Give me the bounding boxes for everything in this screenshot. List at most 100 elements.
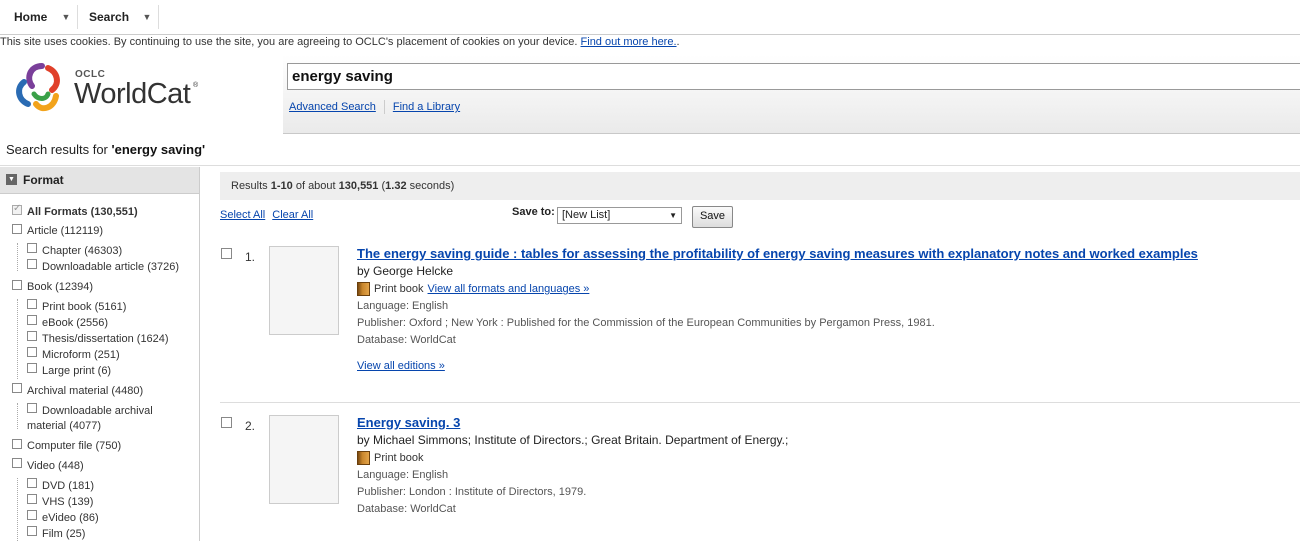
facet-checkbox-book[interactable] [12, 280, 22, 290]
record-database: Database: WorldCat [357, 503, 456, 515]
facet-checkbox-downloadable-archival[interactable] [27, 403, 37, 413]
facet-checkbox-all-formats[interactable] [12, 203, 22, 215]
facet-item-all-formats[interactable]: All Formats (130,551) [27, 205, 138, 219]
results-heading-prefix: Search results for [6, 142, 112, 157]
cookie-more-link[interactable]: Find out more here. [581, 36, 677, 48]
book-icon [357, 451, 370, 465]
facet-checkbox-downloadable-article[interactable] [27, 259, 37, 269]
facet-item-video[interactable]: Video (448) [27, 459, 84, 473]
worldcat-logo[interactable]: OCLC WorldCat ® [12, 60, 212, 120]
facet-checkbox-computer-file[interactable] [12, 439, 22, 449]
worldcat-logo-icon [16, 63, 60, 112]
facet-item-downloadable-article[interactable]: Downloadable article (3726) [42, 260, 179, 274]
facet-checkbox-thesis[interactable] [27, 331, 37, 341]
view-all-formats-link[interactable]: View all formats and languages » [428, 283, 590, 295]
facet-item-archival[interactable]: Archival material (4480) [27, 384, 143, 398]
record-publisher: Publisher: Oxford ; New York : Published… [357, 317, 935, 329]
facet-item-film[interactable]: Film (25) [42, 527, 85, 541]
record-checkbox[interactable] [221, 248, 232, 259]
clear-all-link[interactable]: Clear All [272, 209, 313, 221]
view-all-editions-link[interactable]: View all editions » [357, 360, 445, 372]
facet-checkbox-video[interactable] [12, 458, 22, 468]
facet-item-dvd[interactable]: DVD (181) [42, 479, 94, 493]
facet-checkbox-print-book[interactable] [27, 299, 37, 309]
format-facet-header[interactable]: ▼ Format [0, 167, 199, 194]
nav-search[interactable]: Search [89, 0, 129, 34]
record-thumbnail[interactable] [269, 246, 339, 335]
results-summary: Results 1-10 of about 130,551 (1.32 seco… [231, 180, 455, 192]
facet-checkbox-article[interactable] [12, 224, 22, 234]
record-title-link[interactable]: Energy saving. 3 [357, 415, 460, 430]
search-dropdown-icon[interactable]: ▼ [141, 11, 153, 23]
facet-checkbox-large-print[interactable] [27, 363, 37, 373]
record-divider [220, 402, 1300, 403]
search-sublinks: Advanced Search Find a Library [289, 100, 460, 114]
results-heading-query: 'energy saving' [111, 142, 206, 157]
registered-mark: ® [193, 82, 199, 89]
record-number: 1. [245, 250, 256, 264]
record-publisher: Publisher: London : Institute of Directo… [357, 486, 587, 498]
selection-actions: Select All Clear All [220, 209, 320, 221]
book-icon [357, 282, 370, 296]
facet-item-chapter[interactable]: Chapter (46303) [42, 244, 122, 258]
facet-item-ebook[interactable]: eBook (2556) [42, 316, 108, 330]
facet-item-vhs[interactable]: VHS (139) [42, 495, 93, 509]
facet-item-microform[interactable]: Microform (251) [42, 348, 120, 362]
format-facet-panel: ▼ Format All Formats (130,551) Article (… [0, 167, 200, 541]
facet-item-article[interactable]: Article (112119) [27, 224, 103, 238]
facet-checkbox-evideo[interactable] [27, 510, 37, 520]
nav-separator [77, 5, 78, 29]
facet-item-print-book[interactable]: Print book (5161) [42, 300, 126, 314]
nav-home[interactable]: Home [14, 0, 47, 34]
top-nav: Home ▼ Search ▼ [0, 0, 1300, 35]
results-summary-bar: Results 1-10 of about 130,551 (1.32 seco… [220, 172, 1300, 200]
record-format: Print book View all formats and languages… [357, 282, 589, 296]
chevron-down-icon: ▼ [669, 211, 677, 220]
save-button[interactable]: Save [692, 206, 733, 228]
facet-item-book[interactable]: Book (12394) [27, 280, 93, 294]
record-format: Print book [357, 451, 424, 465]
facet-checkbox-chapter[interactable] [27, 243, 37, 253]
advanced-search-link[interactable]: Advanced Search [289, 101, 376, 113]
cookie-text: This site uses cookies. By continuing to… [0, 36, 581, 48]
tree-line [17, 243, 18, 271]
record-title-link[interactable]: The energy saving guide : tables for ass… [357, 246, 1198, 261]
facet-checkbox-ebook[interactable] [27, 315, 37, 325]
result-record: 1. The energy saving guide : tables for … [220, 246, 1300, 376]
tree-line [17, 478, 18, 541]
nav-separator [158, 5, 159, 29]
facet-checkbox-film[interactable] [27, 526, 37, 536]
facet-item-downloadable-archival-line2[interactable]: material (4077) [27, 419, 101, 433]
search-panel: energy saving Advanced Search Find a Libr… [283, 55, 1300, 134]
record-checkbox[interactable] [221, 417, 232, 428]
facet-item-thesis[interactable]: Thesis/dissertation (1624) [42, 332, 169, 346]
record-database: Database: WorldCat [357, 334, 456, 346]
save-list-value: [New List] [562, 209, 611, 221]
home-dropdown-icon[interactable]: ▼ [60, 11, 72, 23]
facet-checkbox-microform[interactable] [27, 347, 37, 357]
record-thumbnail[interactable] [269, 415, 339, 504]
link-separator [383, 100, 385, 114]
collapse-icon[interactable]: ▼ [6, 174, 17, 185]
facet-item-evideo[interactable]: eVideo (86) [42, 511, 99, 525]
record-language: Language: English [357, 300, 449, 312]
tree-line [17, 299, 18, 379]
record-number: 2. [245, 419, 256, 433]
results-heading: Search results for 'energy saving' [6, 142, 205, 157]
select-all-link[interactable]: Select All [220, 209, 265, 221]
facet-item-computer-file[interactable]: Computer file (750) [27, 439, 121, 453]
facet-checkbox-dvd[interactable] [27, 478, 37, 488]
result-record: 2. Energy saving. 3 by Michael Simmons; … [220, 415, 1300, 525]
save-list-select[interactable]: [New List] ▼ [557, 207, 682, 224]
find-library-link[interactable]: Find a Library [393, 101, 460, 113]
facet-item-downloadable-archival[interactable]: Downloadable archival [42, 404, 153, 418]
facet-item-large-print[interactable]: Large print (6) [42, 364, 111, 378]
record-author: by Michael Simmons; Institute of Directo… [357, 433, 789, 447]
worldcat-text: WorldCat [74, 78, 191, 110]
format-facet-title: Format [23, 173, 64, 187]
facet-checkbox-archival[interactable] [12, 383, 22, 393]
cookie-end: . [676, 36, 680, 48]
search-input[interactable]: energy saving [287, 63, 1300, 90]
facet-checkbox-vhs[interactable] [27, 494, 37, 504]
tree-line [17, 403, 18, 429]
